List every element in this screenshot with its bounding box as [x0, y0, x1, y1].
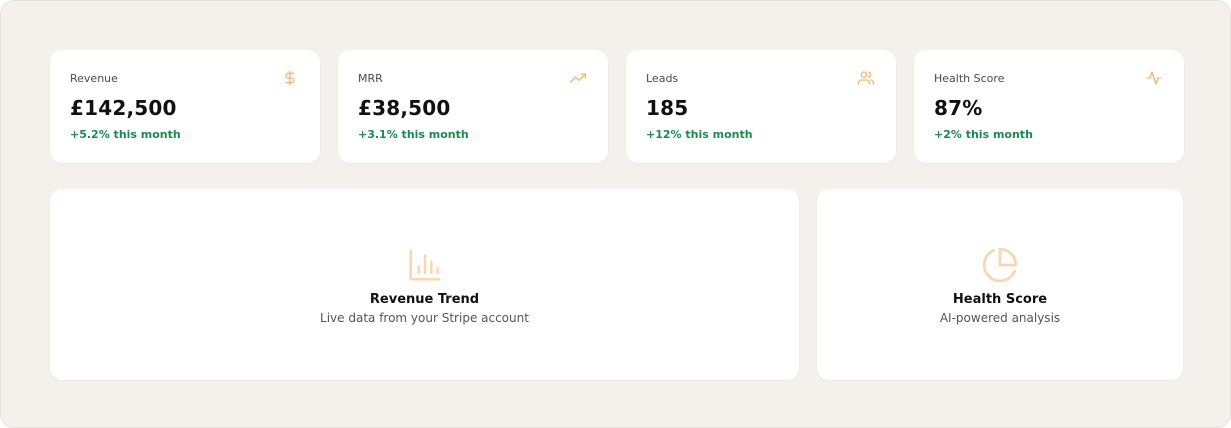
stat-card-health-score: Health Score 87% +2% this month — [914, 50, 1184, 163]
stat-card-revenue: Revenue £142,500 +5.2% this month — [50, 50, 320, 163]
stat-change: +3.1% this month — [358, 128, 469, 141]
stat-value: 87% — [934, 96, 983, 120]
panel-title: Health Score — [952, 292, 1048, 307]
panel-title: Revenue Trend — [369, 292, 480, 307]
panel-subtitle: AI-powered analysis — [939, 311, 1061, 325]
trending-up-icon — [570, 73, 586, 83]
health-score-panel: Health Score AI-powered analysis — [817, 189, 1183, 380]
stat-value: £142,500 — [70, 96, 177, 120]
stat-card-mrr: MRR £38,500 +3.1% this month — [338, 50, 608, 163]
stat-label: MRR — [358, 72, 383, 85]
stat-card-leads: Leads 185 +12% this month — [626, 50, 896, 163]
stat-label: Health Score — [934, 72, 1005, 85]
activity-icon — [1146, 71, 1162, 85]
pie-chart-icon — [982, 247, 1018, 283]
stat-label: Revenue — [70, 72, 118, 85]
panels-row: Revenue Trend Live data from your Stripe… — [50, 189, 1183, 380]
dashboard-frame: Revenue £142,500 +5.2% this month MRR £3… — [0, 0, 1231, 428]
stat-label: Leads — [646, 72, 679, 85]
stat-change: +12% this month — [646, 128, 753, 141]
users-icon — [858, 71, 874, 85]
dollar-icon — [285, 70, 295, 86]
revenue-trend-panel: Revenue Trend Live data from your Stripe… — [50, 189, 799, 380]
stat-change: +5.2% this month — [70, 128, 181, 141]
stat-value: 185 — [646, 96, 689, 120]
stat-value: £38,500 — [358, 96, 451, 120]
bar-chart-icon — [408, 249, 441, 281]
panel-subtitle: Live data from your Stripe account — [320, 311, 529, 325]
stat-change: +2% this month — [934, 128, 1033, 141]
stats-row: Revenue £142,500 +5.2% this month MRR £3… — [50, 50, 1184, 163]
